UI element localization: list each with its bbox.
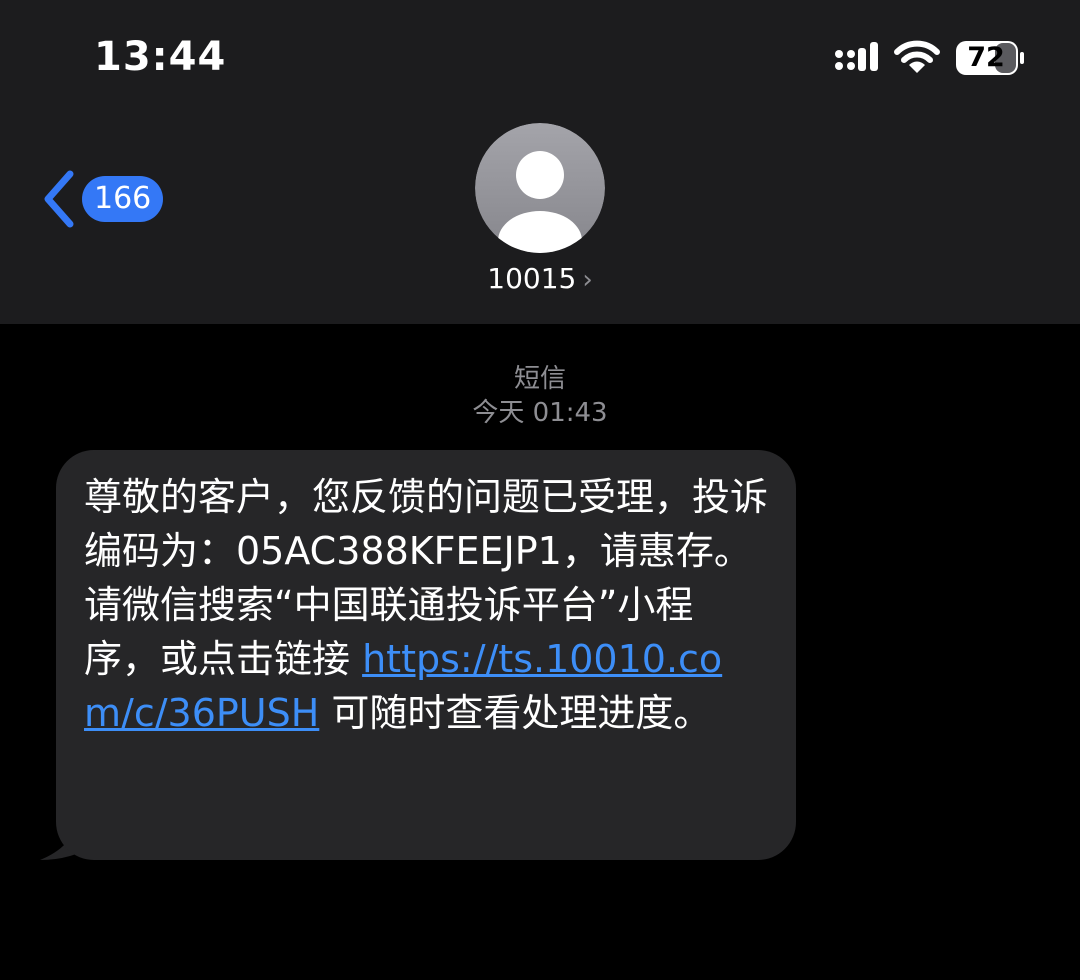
unread-count-badge: 166	[82, 176, 164, 222]
cellular-signal-icon	[835, 42, 878, 71]
battery-level: 72	[967, 42, 1005, 73]
chevron-right-icon: ›	[582, 265, 593, 295]
message-text-end: 可随时查看处理进度。	[319, 691, 712, 735]
chevron-left-icon	[44, 170, 74, 228]
contact-avatar[interactable]	[475, 123, 605, 253]
person-icon	[475, 123, 605, 253]
back-button[interactable]: 166	[38, 168, 168, 230]
contact-name[interactable]: 10015 ›	[0, 262, 1080, 295]
contact-name-label: 10015	[487, 262, 577, 295]
message-service-label: 短信	[513, 364, 566, 394]
message-timestamp: 今天 01:43	[472, 398, 608, 428]
status-time: 13:44	[94, 34, 227, 80]
conversation-header: 13:44 72 166 10015 ›	[0, 0, 1080, 324]
battery-indicator: 72	[955, 40, 1025, 76]
wifi-icon	[894, 40, 940, 73]
message-bubble[interactable]: 尊敬的客户，您反馈的问题已受理，投诉编码为：05AC388KFEEJP1，请惠存…	[56, 450, 796, 860]
